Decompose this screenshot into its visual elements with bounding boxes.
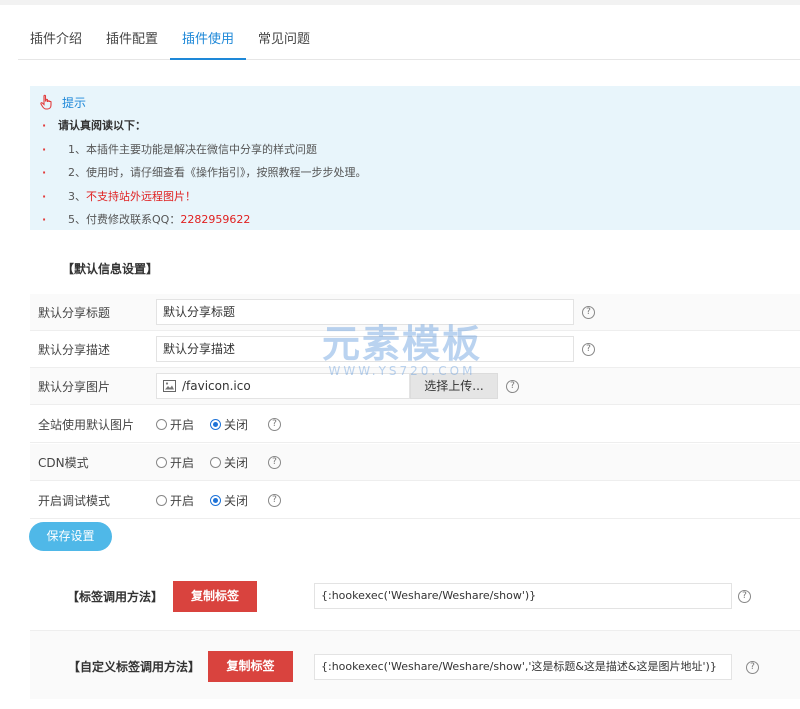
custom-tag-call-code-input[interactable]: {:hookexec('Weshare/Weshare/show','这是标题&…: [314, 654, 732, 680]
radio-circle-selected: [210, 418, 222, 430]
top-strip: [0, 0, 800, 5]
image-icon: [163, 380, 176, 392]
cdn-mode-on-radio[interactable]: 开启: [156, 454, 194, 471]
cdn-mode-off-radio[interactable]: 关闭: [210, 454, 248, 471]
row-debug-mode: 开启调试模式 开启 关闭 ?: [30, 482, 800, 519]
site-default-image-off-radio[interactable]: 关闭: [210, 416, 248, 433]
share-image-label: 默认分享图片: [38, 379, 111, 394]
tip-item-5: 5、付费修改联系QQ：2282959622: [38, 208, 800, 232]
share-title-label: 默认分享标题: [38, 305, 111, 320]
share-image-input[interactable]: /favicon.ico: [156, 373, 410, 399]
help-icon[interactable]: ?: [268, 493, 282, 507]
tab-plugin-config[interactable]: 插件配置: [94, 22, 170, 60]
row-site-default-image: 全站使用默认图片 开启 关闭 ?: [30, 406, 800, 443]
tab-plugin-intro[interactable]: 插件介绍: [18, 22, 94, 60]
cdn-mode-label: CDN模式: [38, 455, 89, 470]
radio-circle: [210, 456, 222, 468]
tip-item-2: 2、使用时，请仔细查看《操作指引》，按照教程一步步处理。: [38, 161, 800, 185]
share-desc-label: 默认分享描述: [38, 342, 111, 357]
radio-circle: [156, 456, 167, 468]
tip-box: 提示 请认真阅读以下： 1、本插件主要功能是解决在微信中分享的样式问题 2、使用…: [30, 86, 800, 232]
tip-item-3: 3、不支持站外远程图片！: [38, 185, 800, 209]
radio-label: 关闭: [224, 455, 249, 470]
share-image-path: /favicon.ico: [182, 379, 251, 393]
tip-title: 提示: [62, 95, 87, 110]
site-default-image-on-radio[interactable]: 开启: [156, 416, 194, 433]
radio-label: 开启: [170, 417, 195, 432]
upload-button[interactable]: 选择上传...: [410, 373, 498, 399]
debug-mode-off-radio[interactable]: 关闭: [210, 492, 248, 509]
tip-item-5-prefix: 5、付费修改联系QQ：: [68, 213, 181, 226]
radio-label: 开启: [170, 493, 195, 508]
help-icon[interactable]: ?: [506, 379, 519, 393]
radio-label: 关闭: [224, 493, 249, 508]
copy-tag-button[interactable]: 复制标签: [173, 580, 258, 612]
row-share-desc: 默认分享描述 默认分享描述 ?: [30, 331, 800, 368]
row-share-image: 默认分享图片 /favicon.ico 选择上传... ?: [30, 368, 800, 405]
help-icon[interactable]: ?: [746, 661, 759, 674]
tip-header: 提示: [38, 92, 800, 112]
debug-mode-on-radio[interactable]: 开启: [156, 492, 194, 509]
radio-circle: [156, 418, 167, 430]
tag-call-code-input[interactable]: {:hookexec('Weshare/Weshare/show')}: [314, 583, 732, 609]
radio-circle-selected: [210, 494, 222, 506]
custom-tag-call-label: 【自定义标签调用方法】: [68, 659, 201, 674]
tag-call-label: 【标签调用方法】: [67, 589, 164, 604]
tip-item-1: 1、本插件主要功能是解决在微信中分享的样式问题: [38, 138, 800, 162]
tip-heading: 请认真阅读以下：: [38, 114, 800, 138]
help-icon[interactable]: ?: [268, 455, 282, 469]
radio-label: 关闭: [224, 417, 249, 432]
section-title: 【默认信息设置】: [62, 262, 159, 276]
row-share-title: 默认分享标题 默认分享标题 ?: [30, 294, 800, 331]
radio-circle: [156, 494, 167, 506]
site-default-image-label: 全站使用默认图片: [38, 417, 135, 432]
radio-label: 开启: [170, 455, 195, 470]
tab-bar: 插件介绍 插件配置 插件使用 常见问题: [18, 22, 800, 60]
debug-mode-label: 开启调试模式: [38, 493, 111, 508]
tab-faq[interactable]: 常见问题: [246, 22, 322, 60]
hand-pointer-icon: [40, 94, 52, 110]
tip-item-3-highlight: 不支持站外远程图片！: [86, 189, 196, 203]
help-icon[interactable]: ?: [738, 590, 751, 603]
share-desc-input[interactable]: 默认分享描述: [156, 336, 574, 362]
save-settings-button[interactable]: 保存设置: [29, 522, 112, 551]
help-icon[interactable]: ?: [268, 417, 282, 431]
share-title-input[interactable]: 默认分享标题: [156, 299, 574, 325]
contact-qq-number: 2282959622: [180, 213, 251, 226]
tip-item-3-prefix: 3、: [68, 189, 86, 203]
help-icon[interactable]: ?: [582, 342, 595, 356]
row-cdn-mode: CDN模式 开启 关闭 ?: [30, 444, 800, 481]
tip-list: 请认真阅读以下： 1、本插件主要功能是解决在微信中分享的样式问题 2、使用时，请…: [38, 114, 800, 232]
tab-plugin-usage[interactable]: 插件使用: [170, 22, 247, 60]
copy-custom-tag-button[interactable]: 复制标签: [208, 650, 294, 682]
help-icon[interactable]: ?: [582, 305, 595, 319]
